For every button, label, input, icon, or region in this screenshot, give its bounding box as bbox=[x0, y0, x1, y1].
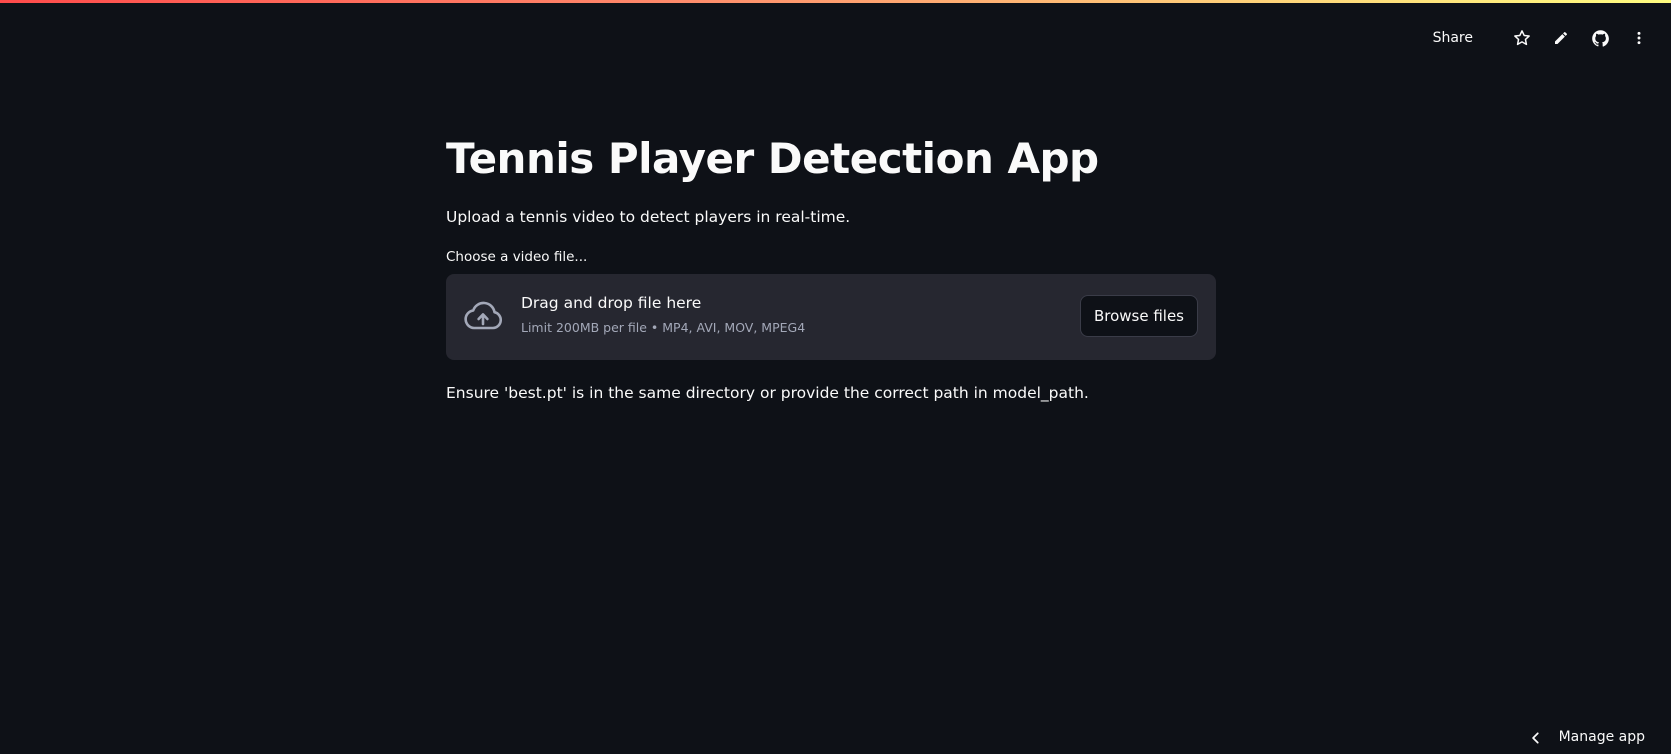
file-uploader-label: Choose a video file... bbox=[446, 249, 588, 265]
file-dropzone[interactable]: Drag and drop file here Limit 200MB per … bbox=[446, 274, 1216, 360]
top-decoration-bar bbox=[0, 0, 1671, 3]
model-path-note: Ensure 'best.pt' is in the same director… bbox=[446, 384, 1089, 402]
manage-app-label: Manage app bbox=[1558, 729, 1645, 745]
kebab-menu-icon[interactable] bbox=[1629, 28, 1649, 48]
header-toolbar: Share bbox=[1433, 28, 1649, 48]
github-icon[interactable] bbox=[1590, 28, 1610, 48]
dropzone-limit-text: Limit 200MB per file • MP4, AVI, MOV, MP… bbox=[521, 320, 806, 335]
main-content: Tennis Player Detection App Upload a ten… bbox=[446, 128, 1216, 402]
dropzone-instruction: Drag and drop file here bbox=[521, 294, 702, 312]
cloud-upload-icon bbox=[463, 300, 503, 334]
dropzone-text: Drag and drop file here Limit 200MB per … bbox=[521, 294, 805, 335]
page-subtitle: Upload a tennis video to detect players … bbox=[446, 208, 851, 226]
page-title: Tennis Player Detection App bbox=[446, 134, 1099, 183]
manage-app-button[interactable]: Manage app bbox=[1529, 729, 1645, 745]
browse-files-button[interactable]: Browse files bbox=[1079, 295, 1198, 337]
share-button[interactable]: Share bbox=[1433, 30, 1473, 46]
app-root: Share Tennis Player Detection App Upload… bbox=[0, 0, 1671, 754]
star-icon[interactable] bbox=[1512, 28, 1532, 48]
pencil-icon[interactable] bbox=[1551, 28, 1571, 48]
chevron-left-icon bbox=[1529, 730, 1543, 744]
